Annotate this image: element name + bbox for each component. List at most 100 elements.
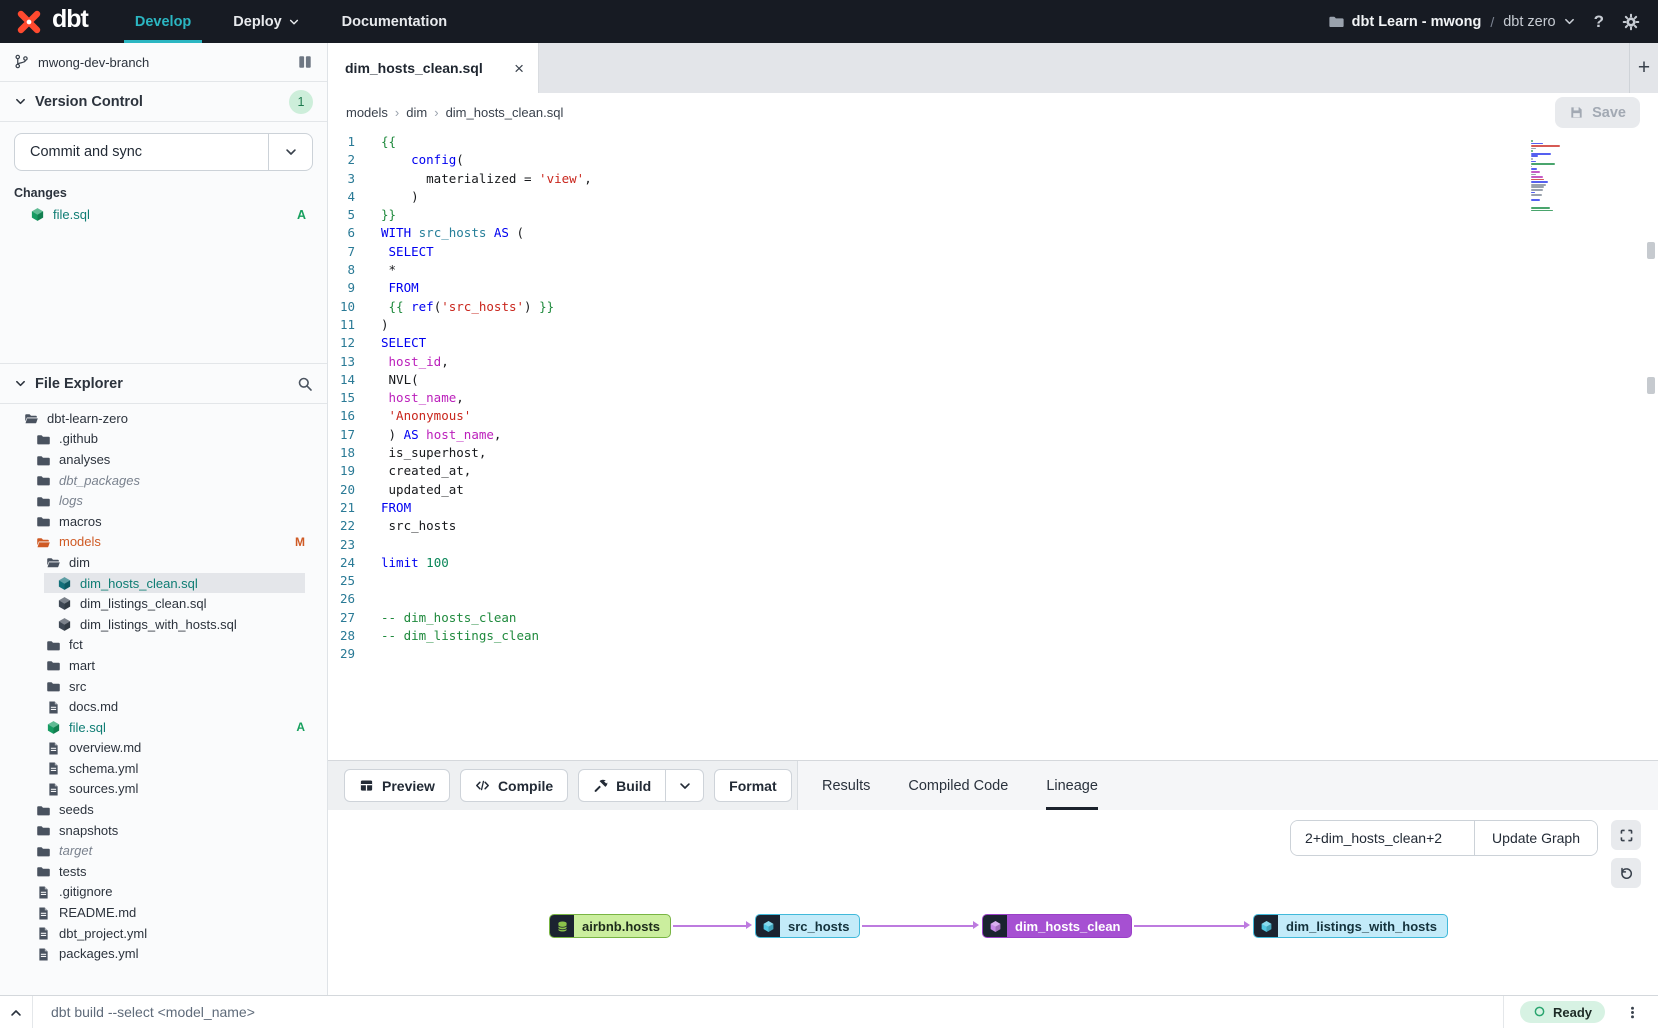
save-button[interactable]: Save: [1555, 97, 1640, 128]
code-line: 7 SELECT: [328, 243, 1658, 261]
expand-command-bar-button[interactable]: [0, 996, 33, 1028]
tree-item-label: schema.yml: [69, 761, 138, 776]
settings-button[interactable]: [1622, 13, 1640, 31]
tree-item-label: analyses: [59, 452, 110, 467]
command-input[interactable]: [33, 996, 1503, 1028]
nav-item-deploy[interactable]: Deploy: [212, 0, 320, 43]
code-line: 1{{: [328, 133, 1658, 151]
file-icon: [36, 947, 51, 962]
commit-options-button[interactable]: [268, 134, 312, 170]
line-number: 19: [328, 462, 366, 480]
tree-item-macros[interactable]: macros: [0, 511, 305, 532]
lineage-node-dim_hosts_clean[interactable]: dim_hosts_clean: [982, 914, 1132, 938]
scrollbar-handle[interactable]: [1647, 242, 1655, 259]
more-options-button[interactable]: [1617, 1004, 1648, 1020]
tree-item-tests[interactable]: tests: [0, 861, 305, 882]
change-item-file.sql[interactable]: file.sqlA: [0, 204, 327, 225]
version-control-title: Version Control: [35, 94, 143, 110]
preview-button[interactable]: Preview: [344, 769, 450, 802]
code-line: 14 NVL(: [328, 371, 1658, 389]
tree-item-seeds[interactable]: seeds: [0, 799, 305, 820]
node-icon-chip: [550, 915, 574, 937]
tree-item-sources.yml[interactable]: sources.yml: [0, 779, 305, 800]
tree-item-dim_listings_clean.sql[interactable]: dim_listings_clean.sql: [0, 593, 305, 614]
commit-and-sync-button[interactable]: Commit and sync: [14, 133, 313, 171]
line-number: 8: [328, 261, 366, 279]
breadcrumb-row: models›dim›dim_hosts_clean.sql Save: [328, 93, 1658, 132]
tree-item-dbt_project.yml[interactable]: dbt_project.yml: [0, 923, 305, 944]
tree-item-models[interactable]: modelsM: [0, 532, 305, 553]
tree-item-dim_hosts_clean.sql[interactable]: dim_hosts_clean.sql: [0, 573, 305, 594]
tree-item-dbt_packages[interactable]: dbt_packages: [0, 470, 305, 491]
tree-item-snapshots[interactable]: snapshots: [0, 820, 305, 841]
dbt-logo[interactable]: dbt: [0, 0, 114, 43]
tree-item-label: overview.md: [69, 740, 141, 755]
lineage-edge: [862, 925, 975, 927]
tree-item-logs[interactable]: logs: [0, 490, 305, 511]
folder-icon: [1328, 13, 1345, 31]
new-tab-button[interactable]: +: [1629, 43, 1658, 93]
breadcrumb-item: models: [346, 105, 388, 120]
panel-tab-results[interactable]: Results: [822, 761, 870, 810]
tree-item-.github[interactable]: .github: [0, 429, 305, 450]
tree-item-label: mart: [69, 658, 95, 673]
folder-closed-icon: [36, 803, 51, 818]
tree-item-schema.yml[interactable]: schema.yml: [0, 758, 305, 779]
lineage-node-dim_listings_with_hosts[interactable]: dim_listings_with_hosts: [1253, 914, 1448, 938]
tree-item-.gitignore[interactable]: .gitignore: [0, 882, 305, 903]
tree-item-packages.yml[interactable]: packages.yml: [0, 943, 305, 964]
folder-closed-icon: [36, 514, 51, 529]
file-explorer-header[interactable]: File Explorer: [0, 364, 327, 404]
line-number: 27: [328, 609, 366, 627]
build-options-button[interactable]: [665, 770, 703, 801]
tree-item-analyses[interactable]: analyses: [0, 449, 305, 470]
chevron-up-icon: [9, 1004, 23, 1019]
chevron-down-icon: [284, 143, 298, 161]
tree-item-dbt-learn-zero[interactable]: dbt-learn-zero: [0, 408, 305, 429]
lineage-node-src_hosts[interactable]: src_hosts: [755, 914, 860, 938]
scrollbar-handle[interactable]: [1647, 377, 1655, 394]
branch-name: mwong-dev-branch: [38, 55, 149, 70]
help-button[interactable]: ?: [1594, 12, 1604, 32]
tree-item-README.md[interactable]: README.md: [0, 902, 305, 923]
lineage-node-airbnb.hosts[interactable]: airbnb.hosts: [549, 914, 671, 938]
node-label: airbnb.hosts: [574, 915, 670, 937]
build-icon: [593, 778, 608, 793]
tree-item-overview.md[interactable]: overview.md: [0, 738, 305, 759]
tree-item-target[interactable]: target: [0, 840, 305, 861]
tree-item-docs.md[interactable]: docs.md: [0, 696, 305, 717]
build-button[interactable]: Build: [579, 770, 665, 801]
save-button-label: Save: [1592, 105, 1626, 121]
model-cube-icon: [989, 920, 1002, 933]
code-line: 12SELECT: [328, 334, 1658, 352]
compile-button[interactable]: Compile: [460, 769, 568, 802]
file-search-button[interactable]: [297, 375, 313, 391]
tree-item-dim[interactable]: dim: [0, 552, 305, 573]
version-control-header[interactable]: Version Control 1: [0, 82, 327, 122]
nav-item-documentation[interactable]: Documentation: [321, 0, 469, 43]
panel-tab-compiled-code[interactable]: Compiled Code: [908, 761, 1008, 810]
project-picker[interactable]: dbt Learn - mwong / dbt zero: [1328, 13, 1576, 31]
tab-dim-hosts-clean[interactable]: dim_hosts_clean.sql ×: [328, 43, 539, 93]
minimap[interactable]: [1531, 140, 1563, 215]
code-editor[interactable]: 1{{2 config(3 materialized = 'view',4 )5…: [328, 132, 1658, 760]
node-label: src_hosts: [780, 915, 859, 937]
tree-item-file.sql[interactable]: file.sqlA: [0, 717, 305, 738]
chevron-down-icon: [1563, 13, 1576, 31]
close-icon[interactable]: ×: [514, 60, 524, 77]
line-number: 1: [328, 133, 366, 151]
nav-item-develop[interactable]: Develop: [114, 0, 212, 43]
format-button[interactable]: Format: [714, 769, 791, 802]
tree-item-dim_listings_with_hosts.sql[interactable]: dim_listings_with_hosts.sql: [0, 614, 305, 635]
tree-item-mart[interactable]: mart: [0, 655, 305, 676]
tree-item-src[interactable]: src: [0, 676, 305, 697]
code-line: 2 config(: [328, 151, 1658, 169]
editor-actions: Preview Compile Build Format: [328, 761, 797, 810]
model-file-icon: [30, 207, 45, 222]
panel-tab-lineage[interactable]: Lineage: [1046, 761, 1098, 810]
tree-item-fct[interactable]: fct: [0, 635, 305, 656]
tree-item-label: packages.yml: [59, 946, 138, 961]
breadcrumb-item: dim_hosts_clean.sql: [446, 105, 564, 120]
nav-item-label: Documentation: [342, 14, 448, 30]
docs-panel-button[interactable]: [297, 54, 313, 70]
